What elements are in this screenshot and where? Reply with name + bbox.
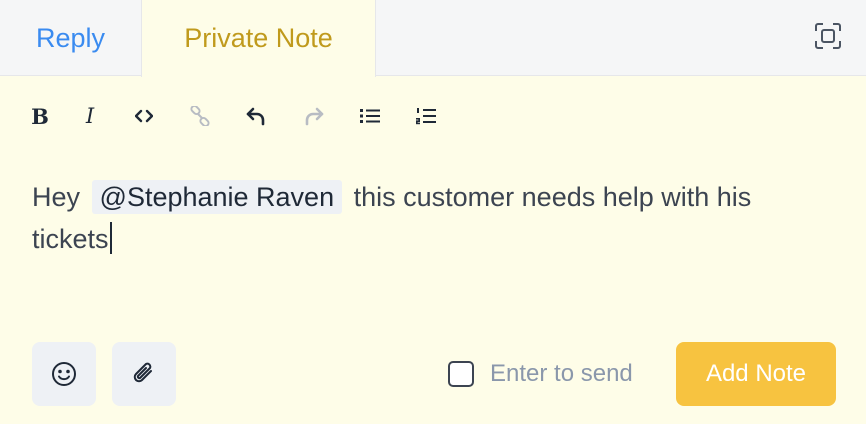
numbered-list-button[interactable] [406,96,446,136]
bold-button[interactable]: B [20,96,60,136]
numbered-list-icon [416,108,436,125]
link-icon [190,106,210,126]
italic-button[interactable]: I [70,96,110,136]
text-cursor [109,222,112,254]
formatting-toolbar: B I [0,96,866,136]
enter-to-send-toggle[interactable]: Enter to send [448,358,633,390]
smiley-icon [52,362,76,386]
italic-icon: I [85,104,95,128]
attachment-button[interactable] [112,342,176,406]
message-editor[interactable]: Hey @Stephanie Raven this customer needs… [32,176,832,260]
bold-icon: B [31,103,49,129]
composer-tabs: Reply Private Note [0,0,866,77]
add-note-button[interactable]: Add Note [676,342,836,406]
bulleted-list-button[interactable] [350,96,390,136]
mention-tag[interactable]: @Stephanie Raven [91,180,343,214]
bulleted-list-icon [360,109,380,123]
undo-button[interactable] [236,96,276,136]
tab-reply[interactable]: Reply [0,0,141,76]
link-button[interactable] [180,96,220,136]
enter-to-send-label: Enter to send [490,360,633,387]
code-icon [135,109,153,123]
undo-icon [246,107,265,126]
code-button[interactable] [124,96,164,136]
fullscreen-icon[interactable] [814,22,842,50]
redo-icon [305,107,324,126]
enter-to-send-checkbox[interactable] [448,361,474,387]
editor-text-before: Hey [32,182,81,212]
redo-button[interactable] [294,96,334,136]
tab-private-note[interactable]: Private Note [141,0,376,77]
emoji-button[interactable] [32,342,96,406]
paperclip-icon [133,362,152,383]
